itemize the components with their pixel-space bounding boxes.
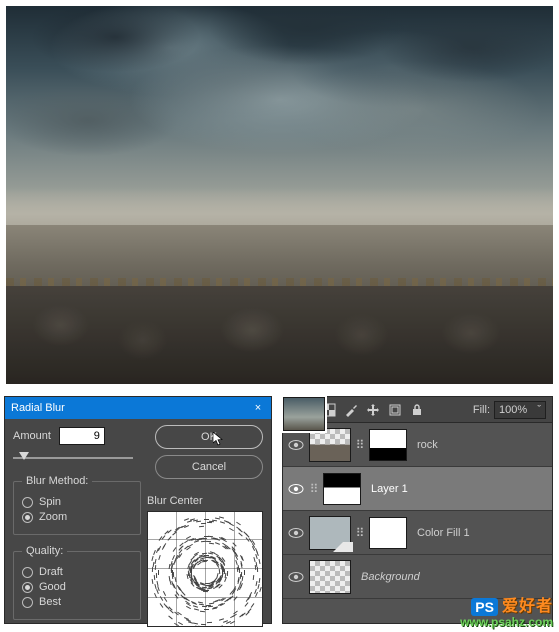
quality-legend: Quality: (22, 545, 67, 557)
blur-center-label: Blur Center (147, 495, 265, 507)
layer-thumbnail[interactable] (309, 428, 351, 462)
radio-spin[interactable]: Spin (22, 496, 132, 508)
amount-slider[interactable] (13, 451, 133, 465)
fill-label: Fill: (473, 404, 490, 416)
layer-name[interactable]: Color Fill 1 (417, 527, 470, 539)
close-icon[interactable]: × (251, 401, 265, 415)
layer-row-layer1[interactable]: ⠿ Layer 1 (283, 467, 552, 511)
layer-name[interactable]: rock (417, 439, 438, 451)
radial-blur-dialog: Radial Blur × Amount OK Cancel Blur Me (4, 396, 272, 624)
visibility-icon[interactable] (287, 480, 305, 498)
lock-all-icon[interactable] (409, 402, 425, 418)
dialog-titlebar[interactable]: Radial Blur × (5, 397, 271, 419)
artboard-lock-icon[interactable] (387, 402, 403, 418)
clouds (6, 6, 553, 214)
document-canvas (6, 6, 553, 384)
ok-button[interactable]: OK (155, 425, 263, 449)
cursor-icon (213, 432, 223, 446)
layer-mask-thumbnail[interactable] (369, 517, 407, 549)
layer-row-background[interactable]: Background (283, 555, 552, 599)
blur-method-legend: Blur Method: (22, 475, 92, 487)
amount-label: Amount (13, 430, 51, 442)
blur-method-group: Blur Method: Spin Zoom (13, 475, 141, 535)
cancel-button[interactable]: Cancel (155, 455, 263, 479)
layer-thumbnail[interactable] (309, 560, 351, 594)
cancel-label: Cancel (192, 461, 226, 473)
amount-input[interactable] (59, 427, 105, 445)
layer-name[interactable]: Layer 1 (371, 483, 408, 495)
dialog-title: Radial Blur (11, 402, 65, 414)
fill-dropdown[interactable]: 100% ˇ (494, 401, 546, 419)
slider-track (13, 457, 133, 459)
fill-value: 100% (499, 404, 527, 416)
brush-icon[interactable] (343, 402, 359, 418)
rock-wall (6, 286, 553, 384)
layer-mask-thumbnail[interactable] (323, 473, 361, 505)
dialog-body: Amount OK Cancel Blur Method: Spin Zoom (5, 419, 271, 625)
link-icon[interactable]: ⠿ (355, 438, 365, 452)
visibility-icon[interactable] (287, 436, 305, 454)
visibility-icon[interactable] (287, 524, 305, 542)
radio-good[interactable]: Good (22, 581, 132, 593)
layer-mask-thumbnail[interactable] (369, 429, 407, 461)
sky-region (6, 6, 553, 214)
blur-center-grid[interactable] (147, 511, 263, 627)
layer-thumbnail[interactable] (283, 397, 325, 431)
visibility-icon[interactable] (287, 568, 305, 586)
chevron-down-icon: ˇ (537, 404, 541, 416)
layer-name[interactable]: Background (361, 571, 420, 583)
layer-row-colorfill[interactable]: ⠿ Color Fill 1 (283, 511, 552, 555)
link-icon[interactable]: ⠿ (309, 482, 319, 496)
radio-zoom[interactable]: Zoom (22, 511, 132, 523)
layer-thumbnail[interactable] (309, 516, 351, 550)
radio-best[interactable]: Best (22, 596, 132, 608)
link-icon[interactable]: ⠿ (355, 526, 365, 540)
radio-draft[interactable]: Draft (22, 566, 132, 578)
slider-thumb[interactable] (19, 452, 29, 460)
layers-panel: Lock: Fill: 100% ˇ ⠿ rock ⠿ Layer 1 ⠿ (282, 396, 553, 624)
quality-group: Quality: Draft Good Best (13, 545, 141, 620)
move-lock-icon[interactable] (365, 402, 381, 418)
